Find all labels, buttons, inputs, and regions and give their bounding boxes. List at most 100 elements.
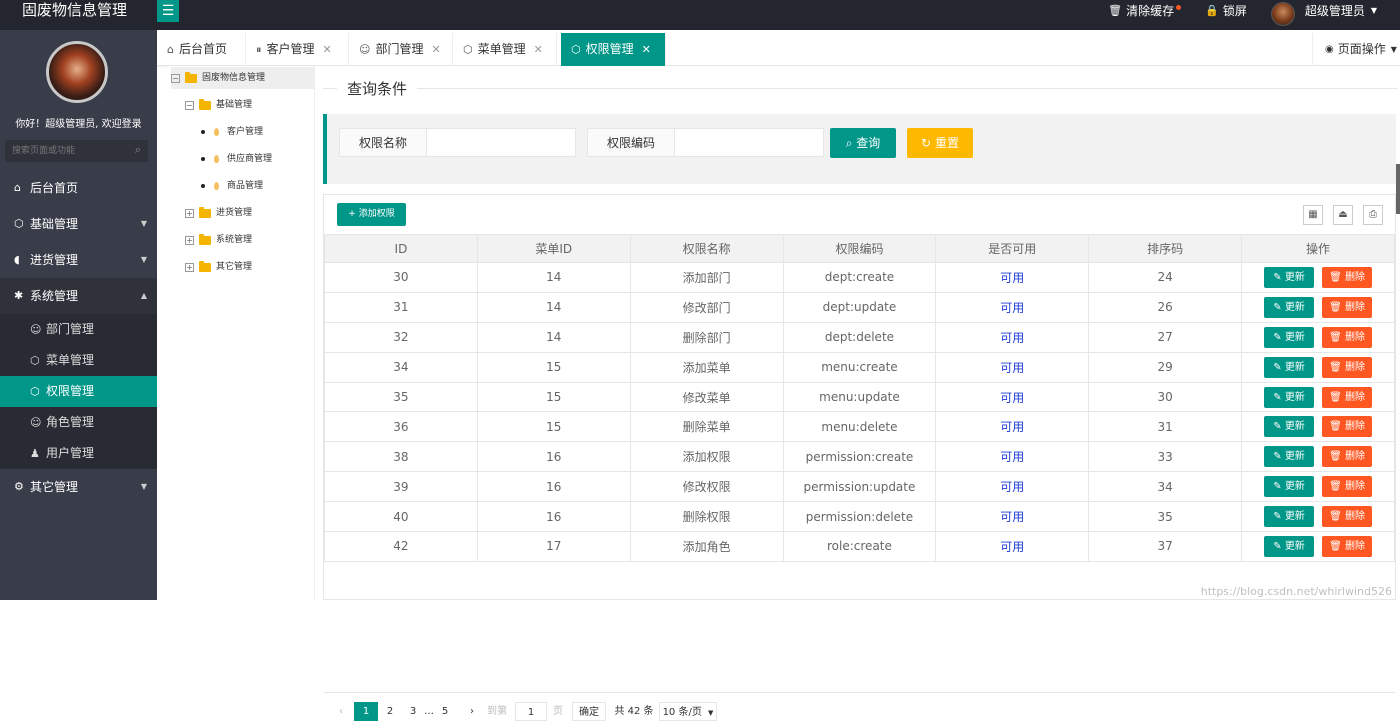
update-button[interactable]: ✎ 更新 (1264, 535, 1315, 557)
table-row[interactable]: 35 15 修改菜单 menu:update 可用 30 ✎ 更新 🗑 删除 (324, 381, 1395, 413)
table-cell-id: 42 (324, 531, 478, 562)
update-button[interactable]: ✎ 更新 (1264, 386, 1315, 408)
collapse-icon[interactable]: − (185, 100, 194, 110)
sidebar-item-permission[interactable]: ⬡ 权限管理 (0, 376, 157, 407)
tab-home[interactable]: ⌂ 后台首页 (157, 33, 246, 66)
table-row[interactable]: 38 16 添加权限 permission:create 可用 33 ✎ 更新 🗑 删除 (324, 441, 1395, 473)
page-5[interactable]: 5 (437, 702, 453, 721)
column-header[interactable]: ID (324, 234, 478, 263)
tree-node-supplier[interactable]: 供应商管理 (201, 148, 272, 170)
tab-customer[interactable]: ⏸ 客户管理 ✕ (246, 33, 349, 66)
delete-button[interactable]: 🗑 删除 (1322, 326, 1373, 348)
page-1[interactable]: 1 (354, 702, 378, 721)
print-icon[interactable]: ⎙ (1363, 205, 1383, 225)
tab-permission[interactable]: ⬡ 权限管理 ✕ (561, 33, 666, 66)
close-icon[interactable]: ✕ (534, 33, 543, 66)
sidebar-item-other[interactable]: ⚙ 其它管理 ▼ (0, 469, 157, 505)
next-page-icon[interactable]: › (466, 702, 478, 721)
goto-confirm-button[interactable]: 确定 (572, 702, 606, 721)
update-button[interactable]: ✎ 更新 (1264, 356, 1315, 378)
table-row[interactable]: 34 15 添加菜单 menu:create 可用 29 ✎ 更新 🗑 删除 (324, 351, 1395, 383)
tree-node-goods[interactable]: 商品管理 (201, 175, 263, 197)
perm-name-input[interactable] (427, 129, 575, 156)
update-button[interactable]: ✎ 更新 (1264, 476, 1315, 498)
clear-cache-button[interactable]: 🗑 清除缓存 (1108, 2, 1182, 19)
update-button[interactable]: ✎ 更新 (1264, 506, 1315, 528)
tab-menu[interactable]: ⬡ 菜单管理 ✕ (453, 33, 557, 66)
lock-screen-button[interactable]: 🔒 锁屏 (1205, 2, 1247, 19)
user-menu[interactable]: 超级管理员 ▼ (1270, 0, 1385, 26)
column-header[interactable]: 菜单ID (476, 234, 631, 263)
table-row[interactable]: 32 14 删除部门 dept:delete 可用 27 ✎ 更新 🗑 删除 (324, 321, 1395, 353)
delete-button[interactable]: 🗑 删除 (1322, 416, 1373, 438)
expand-icon[interactable]: + (185, 235, 194, 245)
sidebar-item-basic[interactable]: ⬡ 基础管理 ▼ (0, 206, 157, 242)
sidebar-item-system[interactable]: ✱ 系统管理 ▲ (0, 278, 157, 314)
delete-button[interactable]: 🗑 删除 (1322, 386, 1373, 408)
sidebar-item-home[interactable]: ⌂ 后台首页 (0, 170, 157, 206)
column-header[interactable]: 权限编码 (782, 234, 937, 263)
folder-icon (199, 206, 211, 218)
expand-icon[interactable]: + (185, 262, 194, 272)
perm-code-input[interactable] (675, 129, 823, 156)
perm-name-field[interactable] (426, 128, 576, 157)
sidebar-item-purchase[interactable]: ◖ 进货管理 ▼ (0, 242, 157, 278)
update-button[interactable]: ✎ 更新 (1264, 296, 1315, 318)
scrollbar[interactable] (1396, 164, 1400, 214)
sidebar-item-label: 用户管理 (46, 446, 95, 460)
update-button[interactable]: ✎ 更新 (1264, 266, 1315, 288)
sidebar-item-menu[interactable]: ⬡ 菜单管理 (0, 345, 157, 376)
search-icon[interactable]: ⌕ (135, 143, 141, 157)
column-header[interactable]: 是否可用 (935, 234, 1090, 263)
search-input[interactable] (5, 140, 125, 162)
tab-dept[interactable]: ☺ 部门管理 ✕ (349, 33, 453, 66)
table-row[interactable]: 36 15 删除菜单 menu:delete 可用 31 ✎ 更新 🗑 删除 (324, 411, 1395, 443)
table-row[interactable]: 42 17 添加角色 role:create 可用 37 ✎ 更新 🗑 删除 (324, 531, 1395, 562)
sidebar-item-user[interactable]: ♟ 用户管理 (0, 438, 157, 469)
update-button[interactable]: ✎ 更新 (1264, 326, 1315, 348)
sidebar-item-role[interactable]: ☺ 角色管理 (0, 407, 157, 438)
table-row[interactable]: 31 14 修改部门 dept:update 可用 26 ✎ 更新 🗑 删除 (324, 291, 1395, 323)
home-icon: ⌂ (14, 181, 21, 194)
table-row[interactable]: 40 16 删除权限 permission:delete 可用 35 ✎ 更新 🗑 删除 (324, 501, 1395, 533)
column-header[interactable]: 排序码 (1088, 234, 1243, 263)
export-icon[interactable]: ⏏ (1333, 205, 1353, 225)
goto-page-input[interactable]: 1 (515, 702, 547, 721)
page-operations-menu[interactable]: ◉ 页面操作 ▼ (1312, 33, 1400, 66)
table-row[interactable]: 30 14 添加部门 dept:create 可用 24 ✎ 更新 🗑 删除 (324, 262, 1395, 293)
tree-node-purchase[interactable]: + 进货管理 (185, 202, 252, 224)
close-icon[interactable]: ✕ (431, 33, 440, 66)
update-button[interactable]: ✎ 更新 (1264, 416, 1315, 438)
tree-node-customer[interactable]: 客户管理 (201, 121, 263, 143)
delete-button[interactable]: 🗑 删除 (1322, 535, 1373, 557)
tree-node-basic[interactable]: − 基础管理 (185, 94, 252, 116)
table-row[interactable]: 39 16 修改权限 permission:update 可用 34 ✎ 更新 🗑 删除 (324, 471, 1395, 503)
prev-page-icon[interactable]: ‹ (335, 702, 347, 721)
column-header[interactable]: 权限名称 (629, 234, 784, 263)
delete-button[interactable]: 🗑 删除 (1322, 296, 1373, 318)
menu-toggle-button[interactable]: ☰ (157, 0, 179, 22)
delete-button[interactable]: 🗑 删除 (1322, 446, 1373, 468)
add-permission-button[interactable]: + 添加权限 (337, 203, 406, 226)
page-size-select[interactable]: 10 条/页 ▼ (659, 702, 717, 721)
page-3[interactable]: 3 (405, 702, 421, 721)
perm-code-field[interactable] (674, 128, 824, 157)
update-button[interactable]: ✎ 更新 (1264, 446, 1315, 468)
collapse-icon[interactable]: − (171, 73, 180, 83)
trash-icon: 🗑 (1329, 391, 1345, 403)
columns-icon[interactable]: ▦ (1303, 205, 1323, 225)
tree-node-system[interactable]: + 系统管理 (185, 229, 252, 251)
close-icon[interactable]: ✕ (642, 33, 651, 66)
delete-button[interactable]: 🗑 删除 (1322, 476, 1373, 498)
reset-button[interactable]: ↻ 重置 (907, 128, 973, 158)
delete-button[interactable]: 🗑 删除 (1322, 266, 1373, 288)
delete-button[interactable]: 🗑 删除 (1322, 356, 1373, 378)
search-button[interactable]: ⌕ 查询 (830, 128, 896, 158)
close-icon[interactable]: ✕ (323, 33, 332, 66)
expand-icon[interactable]: + (185, 208, 194, 218)
sidebar-item-dept[interactable]: ☺ 部门管理 (0, 314, 157, 345)
page-2[interactable]: 2 (382, 702, 398, 721)
delete-button[interactable]: 🗑 删除 (1322, 506, 1373, 528)
tree-node-root[interactable]: − 固废物信息管理 (171, 67, 315, 89)
tree-node-other[interactable]: + 其它管理 (185, 256, 252, 278)
